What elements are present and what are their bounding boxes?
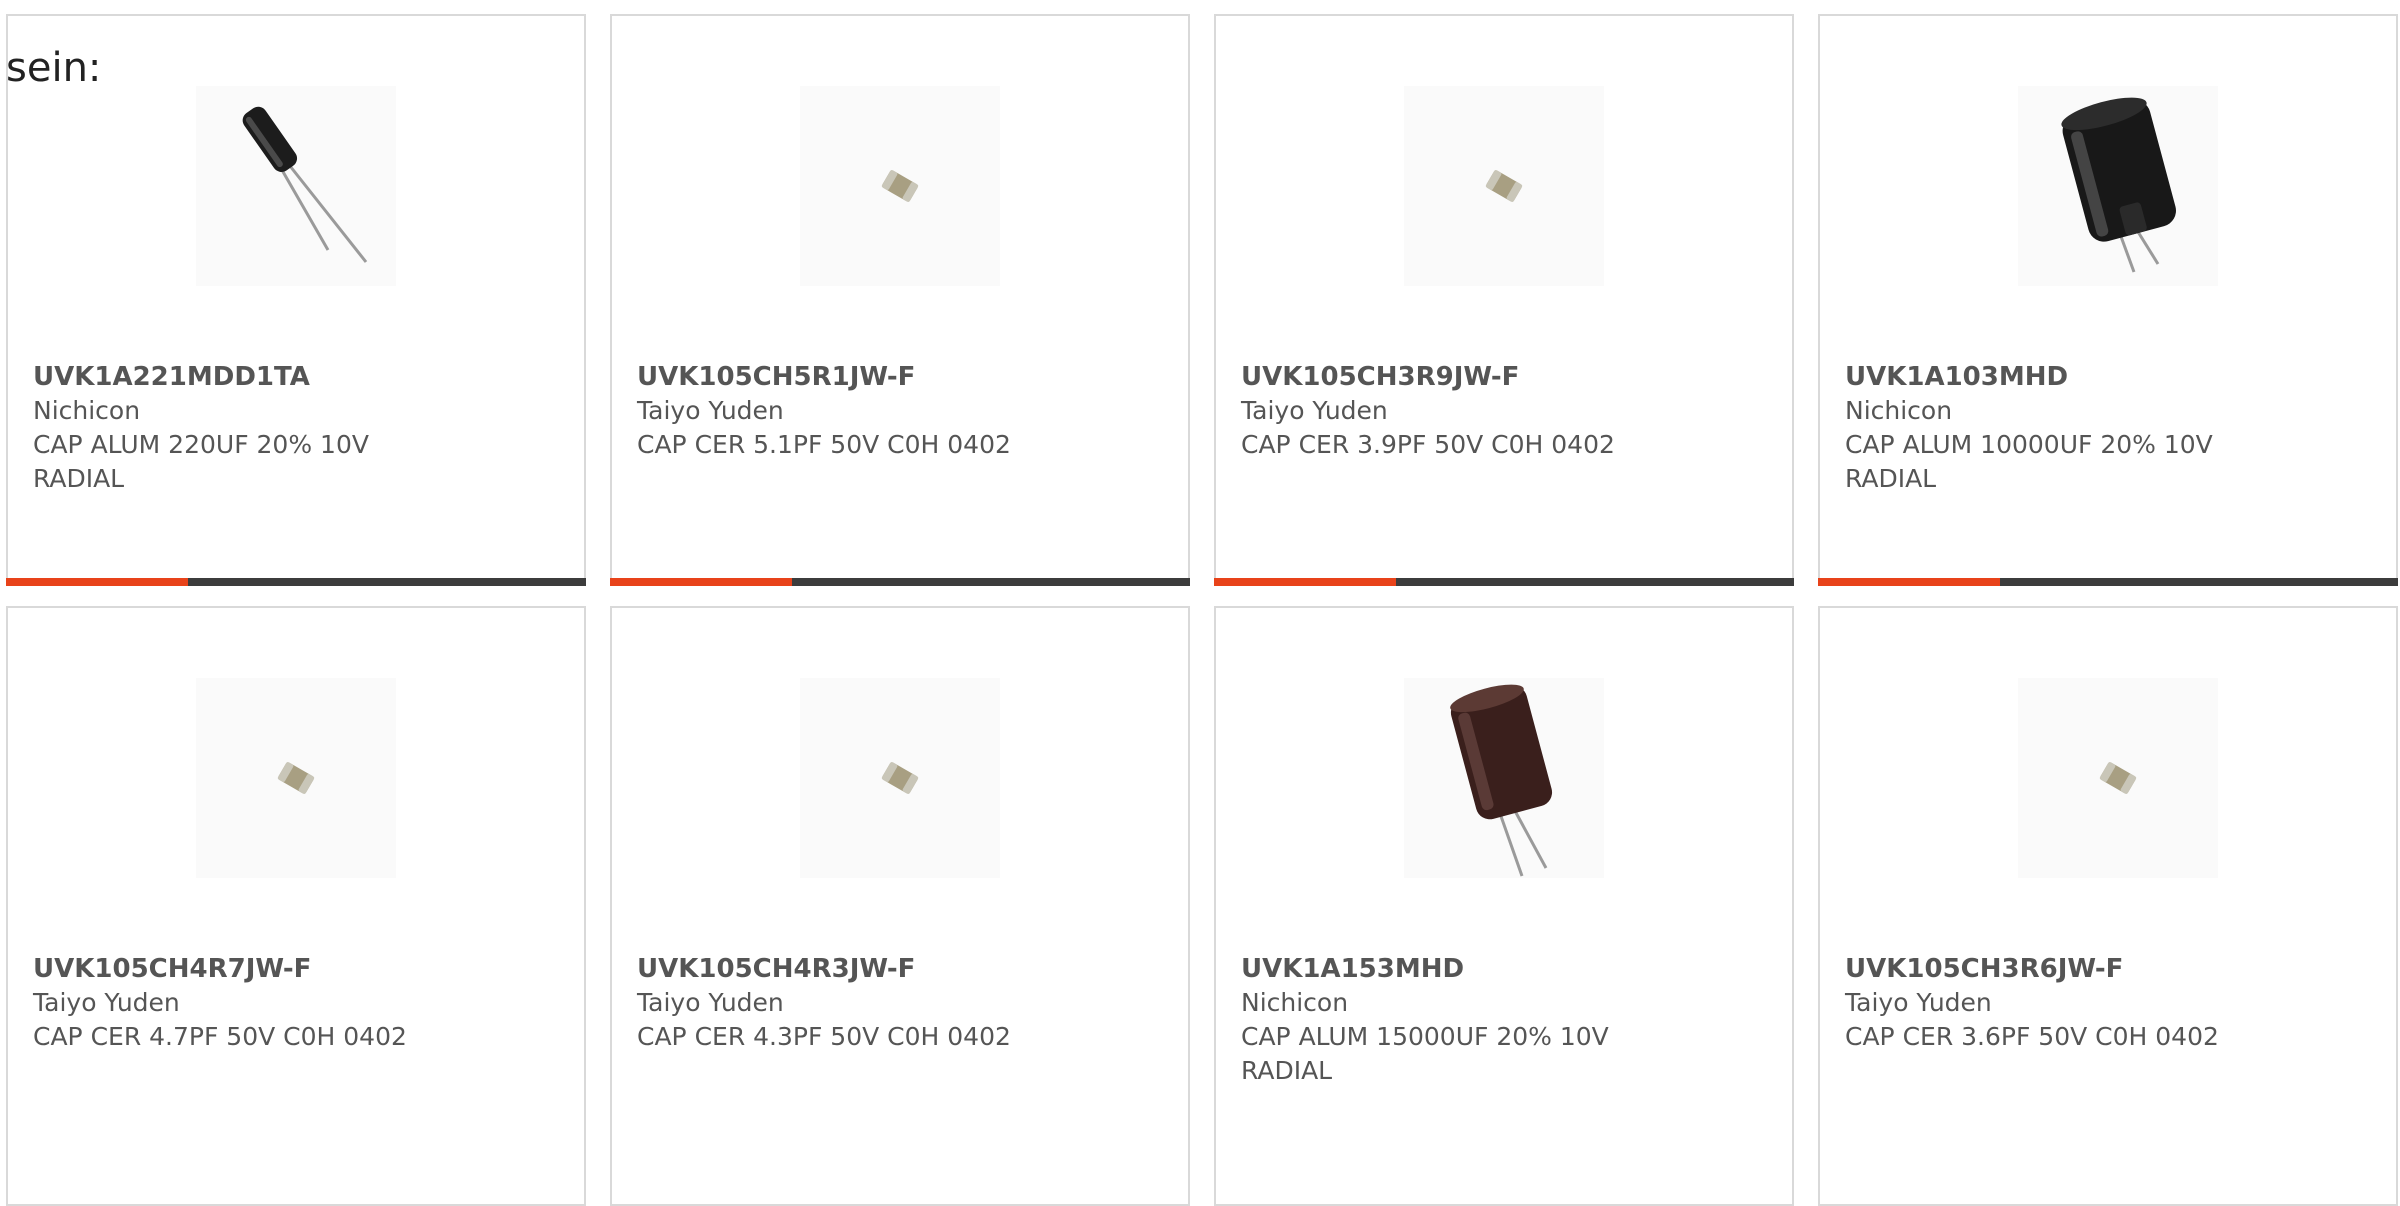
- part-number-link[interactable]: UVK1A153MHD: [1241, 952, 1752, 986]
- part-number-link[interactable]: UVK105CH5R1JW-F: [637, 360, 1148, 394]
- product-card[interactable]: UVK105CH5R1JW-F Taiyo Yuden CAP CER 5.1P…: [610, 14, 1190, 586]
- manufacturer: Taiyo Yuden: [33, 988, 180, 1017]
- description: CAP ALUM 15000UF 20% 10V RADIAL: [1241, 1022, 1609, 1085]
- description: CAP CER 3.9PF 50V C0H 0402: [1241, 430, 1615, 459]
- part-number-link[interactable]: UVK105CH4R7JW-F: [33, 952, 544, 986]
- progress-bar-fill: [6, 578, 188, 586]
- intro-text: sein:: [6, 45, 102, 91]
- product-card[interactable]: UVK1A153MHD Nichicon CAP ALUM 15000UF 20…: [1214, 606, 1794, 1206]
- manufacturer: Nichicon: [33, 396, 141, 425]
- part-number-link[interactable]: UVK1A221MDD1TA: [33, 360, 544, 394]
- manufacturer: Nichicon: [1241, 988, 1349, 1017]
- ceramic-chip-capacitor-icon: [800, 86, 1000, 286]
- ceramic-chip-capacitor-icon: [196, 678, 396, 878]
- manufacturer: Taiyo Yuden: [637, 988, 784, 1017]
- part-number-link[interactable]: UVK105CH3R6JW-F: [1845, 952, 2356, 986]
- description: CAP CER 3.6PF 50V C0H 0402: [1845, 1022, 2219, 1051]
- part-number-link[interactable]: UVK105CH4R3JW-F: [637, 952, 1148, 986]
- product-info: UVK105CH3R6JW-F Taiyo Yuden CAP CER 3.6P…: [1845, 952, 2356, 1054]
- product-card[interactable]: UVK105CH3R6JW-F Taiyo Yuden CAP CER 3.6P…: [1818, 606, 2398, 1206]
- manufacturer: Taiyo Yuden: [637, 396, 784, 425]
- product-info: UVK1A221MDD1TA Nichicon CAP ALUM 220UF 2…: [33, 360, 544, 496]
- brown-radial-capacitor-icon: [1404, 678, 1604, 878]
- description: CAP CER 4.7PF 50V C0H 0402: [33, 1022, 407, 1051]
- product-info: UVK105CH5R1JW-F Taiyo Yuden CAP CER 5.1P…: [637, 360, 1148, 462]
- product-card[interactable]: UVK1A221MDD1TA Nichicon CAP ALUM 220UF 2…: [6, 14, 586, 586]
- product-card[interactable]: UVK105CH3R9JW-F Taiyo Yuden CAP CER 3.9P…: [1214, 14, 1794, 586]
- progress-bar: [6, 578, 586, 586]
- ceramic-chip-capacitor-icon: [1404, 86, 1604, 286]
- product-info: UVK105CH3R9JW-F Taiyo Yuden CAP CER 3.9P…: [1241, 360, 1752, 462]
- product-info: UVK1A153MHD Nichicon CAP ALUM 15000UF 20…: [1241, 952, 1752, 1088]
- description: CAP ALUM 220UF 20% 10V RADIAL: [33, 430, 369, 493]
- product-info: UVK105CH4R7JW-F Taiyo Yuden CAP CER 4.7P…: [33, 952, 544, 1054]
- progress-bar: [1818, 578, 2398, 586]
- manufacturer: Nichicon: [1845, 396, 1953, 425]
- progress-bar-fill: [1214, 578, 1396, 586]
- part-number-link[interactable]: UVK1A103MHD: [1845, 360, 2356, 394]
- progress-bar-fill: [1818, 578, 2000, 586]
- small-radial-capacitor-icon: [196, 86, 396, 286]
- large-radial-capacitor-icon: [2018, 86, 2218, 286]
- product-card[interactable]: UVK1A103MHD Nichicon CAP ALUM 10000UF 20…: [1818, 14, 2398, 586]
- description: CAP ALUM 10000UF 20% 10V RADIAL: [1845, 430, 2213, 493]
- manufacturer: Taiyo Yuden: [1845, 988, 1992, 1017]
- product-info: UVK105CH4R3JW-F Taiyo Yuden CAP CER 4.3P…: [637, 952, 1148, 1054]
- ceramic-chip-capacitor-icon: [800, 678, 1000, 878]
- progress-bar: [1214, 578, 1794, 586]
- product-info: UVK1A103MHD Nichicon CAP ALUM 10000UF 20…: [1845, 360, 2356, 496]
- ceramic-chip-capacitor-icon: [2018, 678, 2218, 878]
- product-card[interactable]: UVK105CH4R7JW-F Taiyo Yuden CAP CER 4.7P…: [6, 606, 586, 1206]
- product-grid: UVK1A221MDD1TA Nichicon CAP ALUM 220UF 2…: [6, 14, 2400, 1206]
- description: CAP CER 4.3PF 50V C0H 0402: [637, 1022, 1011, 1051]
- manufacturer: Taiyo Yuden: [1241, 396, 1388, 425]
- progress-bar-fill: [610, 578, 792, 586]
- part-number-link[interactable]: UVK105CH3R9JW-F: [1241, 360, 1752, 394]
- description: CAP CER 5.1PF 50V C0H 0402: [637, 430, 1011, 459]
- progress-bar: [610, 578, 1190, 586]
- product-card[interactable]: UVK105CH4R3JW-F Taiyo Yuden CAP CER 4.3P…: [610, 606, 1190, 1206]
